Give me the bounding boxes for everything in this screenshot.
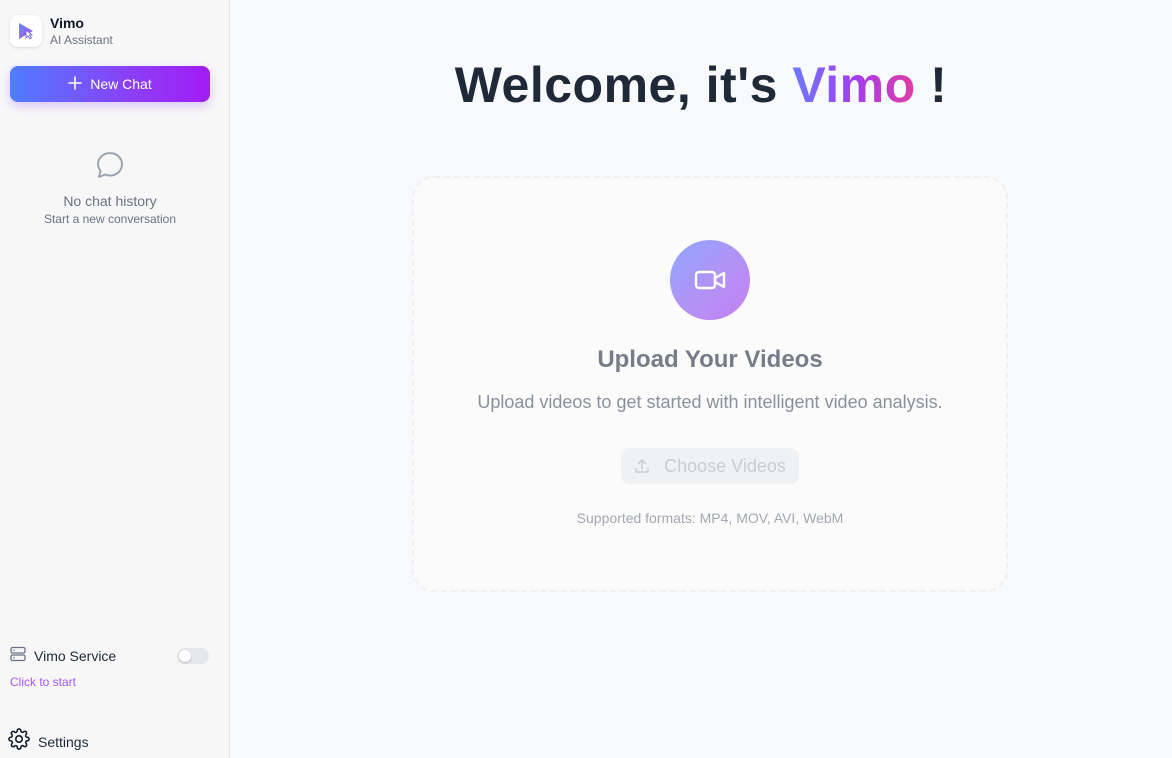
vimo-service-label: Vimo Service (34, 648, 117, 664)
gear-icon (8, 728, 30, 755)
sidebar: Vimo AI Assistant New Chat No chat histo… (0, 0, 230, 758)
app-logo-icon (10, 15, 42, 47)
upload-title: Upload Your Videos (597, 346, 823, 373)
plus-icon (68, 75, 83, 93)
choose-videos-label: Choose Videos (664, 455, 786, 476)
toggle-knob (179, 650, 191, 662)
app-name: Vimo (50, 15, 84, 31)
choose-videos-button[interactable]: Choose Videos (621, 448, 799, 484)
upload-dropzone[interactable]: Upload Your Videos Upload videos to get … (412, 176, 1008, 592)
supported-formats: Supported formats: MP4, MOV, AVI, WebM (576, 510, 844, 526)
welcome-brand: Vimo (792, 57, 916, 113)
welcome-heading: Welcome, it's Vimo ! (230, 56, 1172, 114)
vimo-service-toggle[interactable] (177, 648, 209, 664)
server-icon (10, 646, 26, 667)
settings-label: Settings (38, 733, 89, 750)
welcome-prefix: Welcome, it's (454, 57, 778, 113)
new-chat-label: New Chat (90, 76, 152, 92)
chat-bubble-icon (0, 150, 220, 185)
upload-icon (634, 458, 650, 474)
new-chat-button[interactable]: New Chat (10, 66, 210, 102)
video-camera-icon (670, 240, 750, 320)
service-start-link[interactable]: Click to start (10, 675, 76, 689)
brand: Vimo AI Assistant (10, 14, 113, 48)
app-subtitle: AI Assistant (50, 33, 113, 47)
settings-button[interactable]: Settings (8, 728, 89, 755)
vimo-service-row: Vimo Service (10, 646, 210, 666)
empty-chat-history: No chat history Start a new conversation (0, 150, 220, 226)
upload-description: Upload videos to get started with intell… (477, 392, 943, 412)
empty-history-subtitle: Start a new conversation (43, 212, 177, 226)
empty-history-title: No chat history (63, 193, 157, 209)
welcome-suffix: ! (930, 57, 948, 113)
